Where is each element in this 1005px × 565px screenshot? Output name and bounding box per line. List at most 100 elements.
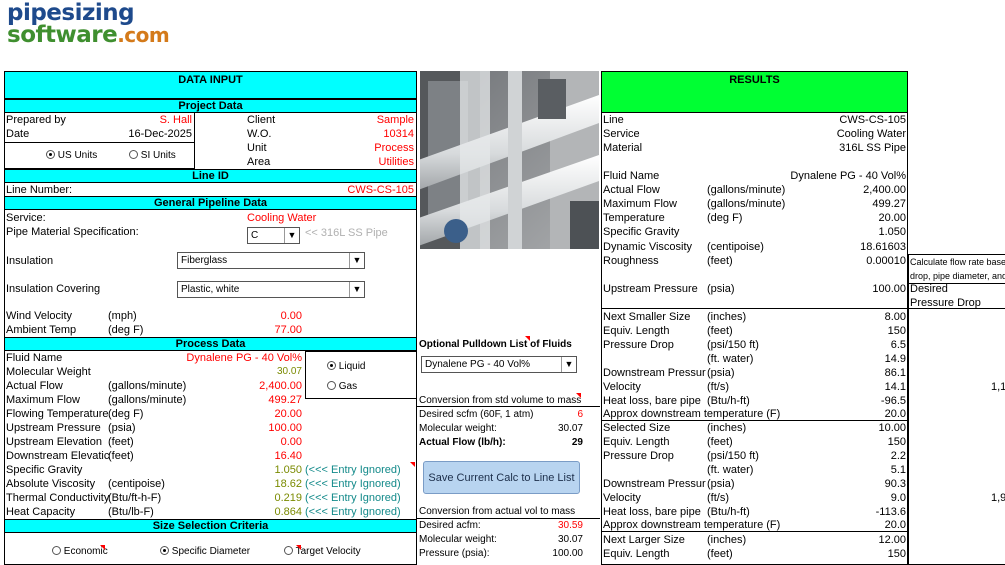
chevron-down-icon[interactable]: ▼ bbox=[561, 357, 576, 372]
sm-adt-value: 20.0 bbox=[884, 408, 906, 420]
ambient-unit: (deg F) bbox=[108, 324, 144, 336]
sel-hl-unit: (Btu/h-ft) bbox=[707, 506, 750, 518]
wo-value[interactable]: 10314 bbox=[320, 127, 414, 141]
wind-unit: (mph) bbox=[108, 310, 137, 322]
specific-diameter-radio[interactable]: Specific Diameter bbox=[160, 545, 250, 559]
sel-hl-label: Heat loss, bare pipe bbox=[603, 506, 701, 518]
covering-select[interactable]: Plastic, white ▼ bbox=[177, 281, 365, 298]
sm-size-label: Next Smaller Size bbox=[603, 311, 691, 323]
fluid-value[interactable]: Dynalene PG - 40 Vol% bbox=[170, 351, 302, 365]
insulation-select[interactable]: Fiberglass ▼ bbox=[177, 252, 365, 269]
us-units-radio[interactable]: US Units bbox=[46, 149, 97, 163]
economic-radio-icon[interactable] bbox=[52, 546, 61, 555]
tc-value[interactable]: 0.219 bbox=[230, 491, 302, 505]
liquid-radio-icon[interactable] bbox=[327, 361, 336, 370]
scfm-value[interactable]: 6 bbox=[540, 408, 583, 422]
down-elev-value[interactable]: 16.40 bbox=[230, 449, 302, 463]
si-units-radio[interactable]: SI Units bbox=[129, 149, 176, 163]
gas-radio-icon[interactable] bbox=[327, 381, 336, 390]
scfm-label: Desired scfm (60F, 1 atm) bbox=[419, 409, 534, 420]
fluid-pulldown[interactable]: Dynalene PG - 40 Vol% ▼ bbox=[421, 356, 577, 373]
up-pressure-label: Upstream Pressure bbox=[6, 422, 101, 434]
sel-pdw-unit: (ft. water) bbox=[707, 464, 754, 476]
si-units-radio-icon[interactable] bbox=[129, 150, 138, 159]
chevron-down-icon[interactable]: ▼ bbox=[349, 253, 364, 268]
sm-size-unit: (inches) bbox=[707, 311, 747, 323]
visc-label: Absolute Viscosity bbox=[6, 478, 96, 490]
sel-dp-unit: (psia) bbox=[707, 478, 735, 490]
actual-flow-lbh-label: Actual Flow (lb/h): bbox=[419, 437, 506, 448]
comment-marker bbox=[525, 336, 530, 341]
us-units-radio-icon[interactable] bbox=[46, 150, 55, 159]
res-t-label: Temperature bbox=[603, 212, 665, 224]
material-select[interactable]: C ▼ bbox=[247, 227, 300, 244]
mw2-value: 30.07 bbox=[557, 534, 583, 545]
line-number-value[interactable]: CWS-CS-105 bbox=[300, 183, 414, 197]
date-value[interactable]: 16-Dec-2025 bbox=[110, 127, 192, 141]
mw-conv-value: 30.07 bbox=[557, 423, 583, 434]
mw2-label: Molecular weight: bbox=[419, 534, 497, 545]
sm-dp-label: Downstream Pressur bbox=[603, 367, 706, 379]
area-value[interactable]: Utilities bbox=[320, 155, 414, 169]
res-af-unit: (gallons/minute) bbox=[707, 184, 786, 196]
liquid-radio[interactable]: Liquid bbox=[327, 360, 365, 374]
sel-size-label: Selected Size bbox=[603, 422, 671, 434]
temp-value[interactable]: 20.00 bbox=[230, 407, 302, 421]
client-value[interactable]: Sample bbox=[320, 113, 414, 127]
project-data-header: Project Data bbox=[4, 99, 417, 113]
tc-note: (<<< Entry Ignored) bbox=[305, 492, 401, 504]
visc-note: (<<< Entry Ignored) bbox=[305, 478, 401, 490]
max-flow-unit: (gallons/minute) bbox=[108, 394, 187, 406]
service-value[interactable]: Cooling Water bbox=[247, 211, 316, 225]
visc-value[interactable]: 18.62 bbox=[230, 477, 302, 491]
side-note-line1: Calculate flow rate base bbox=[910, 257, 1005, 267]
service-label: Service: bbox=[6, 212, 46, 224]
sm-adt-label: Approx downstream temperature (F) bbox=[603, 408, 781, 420]
specific-diameter-label: Specific Diameter bbox=[171, 546, 251, 557]
results-divider-3 bbox=[601, 531, 908, 532]
res-af-value: 2,400.00 bbox=[863, 184, 906, 196]
unit-value[interactable]: Process bbox=[320, 141, 414, 155]
prepared-by-value[interactable]: S. Hall bbox=[110, 113, 192, 127]
comment-marker bbox=[576, 393, 581, 398]
sg-value[interactable]: 1.050 bbox=[230, 463, 302, 477]
fluid-label: Fluid Name bbox=[6, 352, 63, 364]
sel-adt-label: Approx downstream temperature (F) bbox=[603, 519, 781, 531]
target-velocity-radio-icon[interactable] bbox=[284, 546, 293, 555]
size-criteria-header: Size Selection Criteria bbox=[4, 519, 417, 533]
pressure-conv-value: 100.00 bbox=[552, 548, 583, 559]
save-calc-button[interactable]: Save Current Calc to Line List bbox=[423, 461, 580, 494]
visc-unit: (centipoise) bbox=[108, 478, 165, 490]
hc-label: Heat Capacity bbox=[6, 506, 76, 518]
res-t-unit: (deg F) bbox=[707, 212, 743, 224]
ambient-value[interactable]: 77.00 bbox=[230, 323, 302, 337]
up-pressure-value[interactable]: 100.00 bbox=[230, 421, 302, 435]
chevron-down-icon[interactable]: ▼ bbox=[349, 282, 364, 297]
res-r-label: Roughness bbox=[603, 255, 659, 267]
sel-pdw-value: 5.1 bbox=[890, 464, 906, 476]
res-sg-value: 1.050 bbox=[878, 226, 906, 238]
pipeline-data-header: General Pipeline Data bbox=[4, 196, 417, 210]
temp-label: Flowing Temperature bbox=[6, 408, 109, 420]
sel-len-label: Equiv. Length bbox=[603, 436, 670, 448]
res-mf-value: 499.27 bbox=[872, 198, 906, 210]
hc-value[interactable]: 0.864 bbox=[230, 505, 302, 519]
insulation-label: Insulation bbox=[6, 255, 54, 267]
wind-label: Wind Velocity bbox=[6, 310, 73, 322]
specific-diameter-radio-icon[interactable] bbox=[160, 546, 169, 555]
comment-marker bbox=[410, 462, 415, 467]
sel-hl-value: -113.6 bbox=[875, 506, 906, 518]
wind-value[interactable]: 0.00 bbox=[230, 309, 302, 323]
gas-radio[interactable]: Gas bbox=[327, 380, 357, 394]
pipe-photo bbox=[420, 71, 599, 249]
sel-size-value: 10.00 bbox=[878, 422, 906, 434]
fluid-pulldown-value: Dynalene PG - 40 Vol% bbox=[425, 359, 531, 370]
acfm-value[interactable]: 30.59 bbox=[530, 519, 583, 533]
res-fluid-value: Dynalene PG - 40 Vol% bbox=[790, 170, 906, 182]
sm-len-value: 150 bbox=[887, 325, 906, 337]
chevron-down-icon[interactable]: ▼ bbox=[284, 228, 299, 243]
up-elev-value[interactable]: 0.00 bbox=[230, 435, 302, 449]
actual-flow-value[interactable]: 2,400.00 bbox=[230, 379, 302, 393]
max-flow-value[interactable]: 499.27 bbox=[230, 393, 302, 407]
liquid-label: Liquid bbox=[338, 361, 366, 372]
